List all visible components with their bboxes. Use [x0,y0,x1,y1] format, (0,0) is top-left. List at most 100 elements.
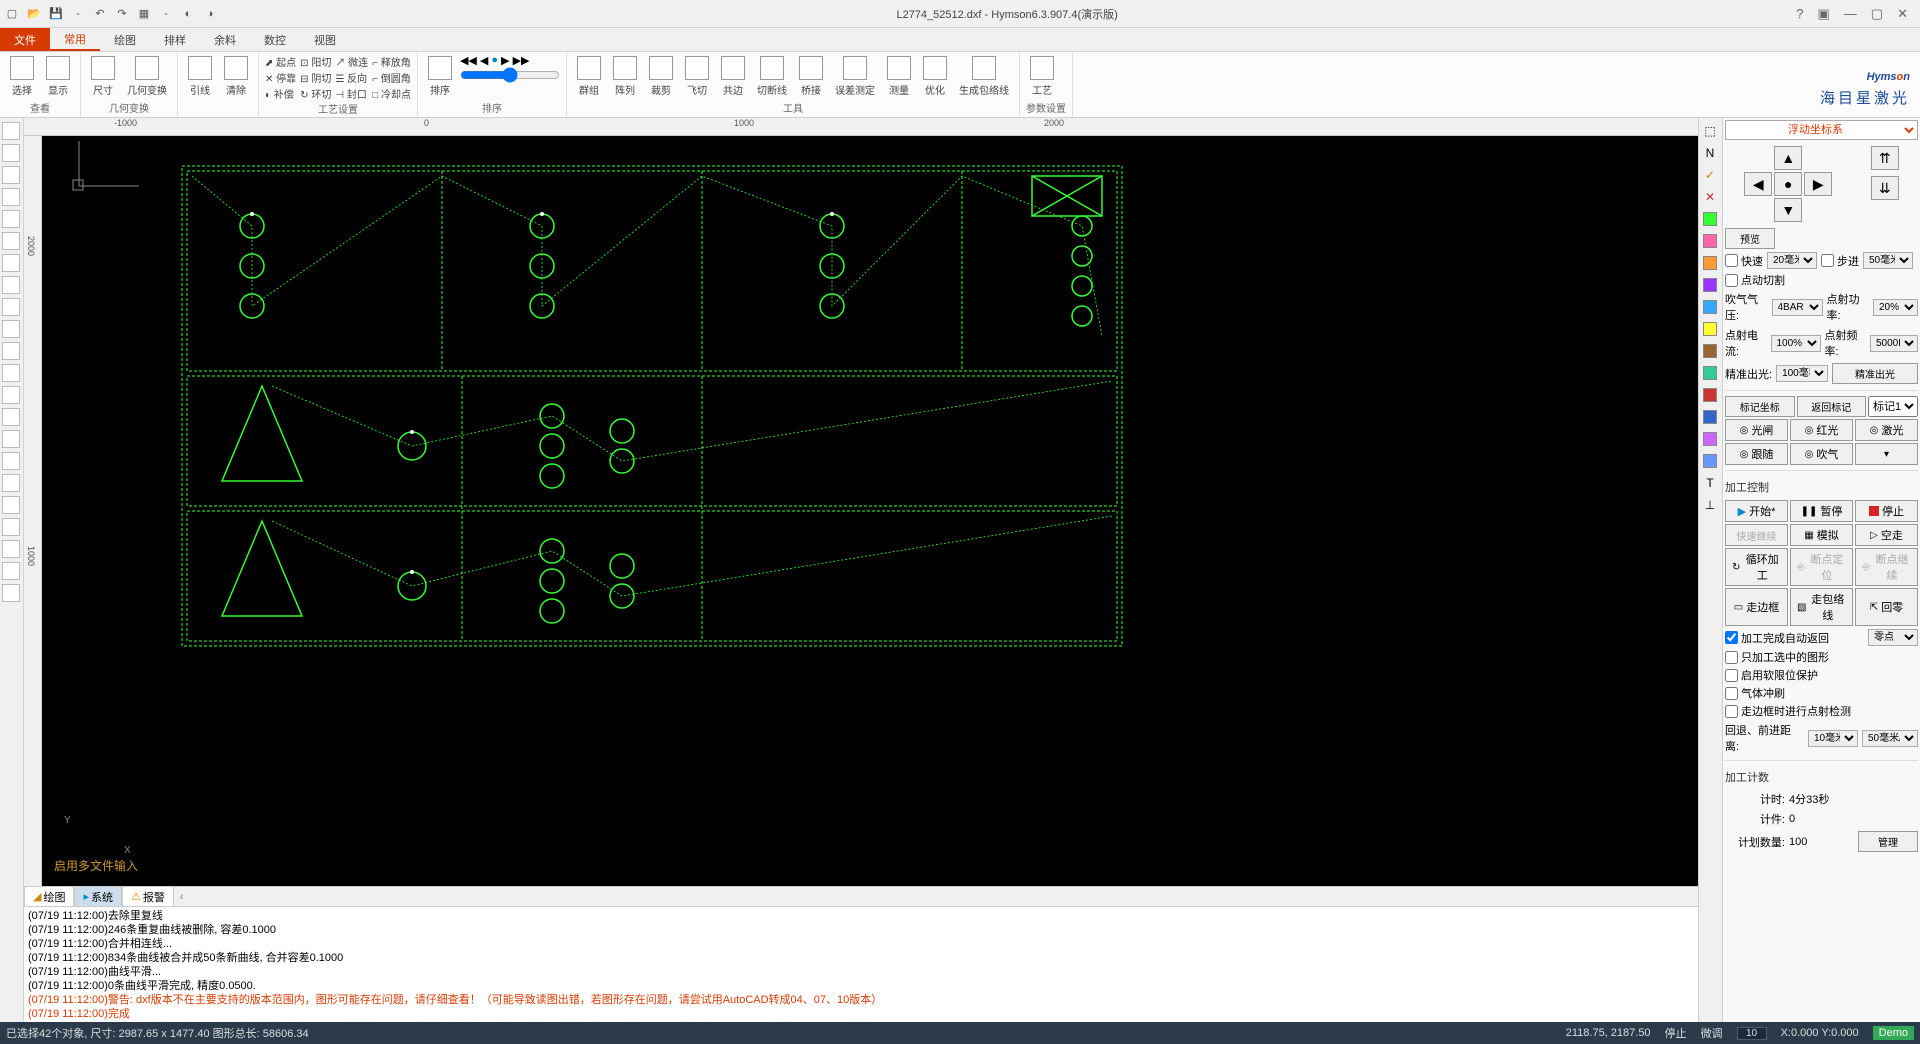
bottab-scroll-left[interactable]: ‹ [174,891,190,903]
mark-select[interactable]: 标记1 [1868,396,1918,417]
ribbon-btn-4-0[interactable]: 排序 [424,54,456,99]
fast-check[interactable]: 快速 [1725,253,1763,269]
ribbon-small-3-0-0[interactable]: ⬈ 起点 [265,54,296,69]
ribbon-btn-2-1[interactable]: 清除 [220,54,252,99]
qat-icon[interactable]: ▦ [136,6,152,22]
qat-new-icon[interactable]: ▢ [4,6,20,22]
manage-button[interactable]: 管理 [1858,831,1918,852]
ribbon-small-3-1-1[interactable]: ⊟ 阴切 [300,70,331,85]
tab-view[interactable]: 视图 [300,28,350,51]
lefttool-14[interactable] [2,430,20,448]
ribbon-btn-5-0[interactable]: 群组 [573,54,605,99]
home-button[interactable]: ⇱ 回零 [1855,588,1918,626]
layer-color-1[interactable] [1701,232,1719,250]
tab-draw[interactable]: 绘图 [100,28,150,51]
light-button[interactable]: ◎ 光闸 [1725,419,1788,441]
arrow-up-button[interactable]: ▲ [1774,146,1802,170]
blow-button[interactable]: ◎ 吹气 [1790,443,1853,465]
ribbon-small-3-2-0[interactable]: ↗ 微连 [335,54,368,69]
status-fine-input[interactable] [1737,1027,1767,1040]
ribbon-btn-1-0[interactable]: 尺寸 [87,54,119,99]
ribbon-btn-6-0[interactable]: 工艺 [1026,54,1058,99]
stop-button[interactable]: 停止 [1855,500,1918,522]
maximize-icon[interactable]: ▢ [1871,6,1883,22]
returnmark-button[interactable]: 返回标记 [1797,396,1867,417]
frame-button[interactable]: ▭ 走边框 [1725,588,1788,626]
lefttool-0[interactable] [2,122,20,140]
frameshot-check[interactable]: 走边框时进行点射检测 [1725,703,1918,719]
power-value[interactable]: 20% [1873,299,1918,316]
mid-check-icon[interactable]: ✓ [1701,166,1719,184]
arrow-center-button[interactable]: ● [1774,172,1802,196]
loop-button[interactable]: ↻ 循环加工 [1725,548,1788,586]
ribbon-btn-5-9[interactable]: 优化 [919,54,951,99]
step-value[interactable]: 50毫米 [1863,252,1913,269]
tab-nest[interactable]: 排样 [150,28,200,51]
mid-extra-1[interactable]: ⊥ [1701,496,1719,514]
ribbon-small-3-3-0[interactable]: ⌐ 释放角 [372,54,411,69]
qat-redo-icon[interactable]: ↷ [114,6,130,22]
pointcut-check[interactable]: 点动切割 [1725,272,1918,288]
autoreturn-check[interactable]: 加工完成自动返回 [1725,630,1829,646]
layer-color-9[interactable] [1701,408,1719,426]
lefttool-15[interactable] [2,452,20,470]
qat-open-icon[interactable]: 📂 [26,6,42,22]
retreat-v2[interactable]: 50毫米/秒 [1862,730,1918,747]
z-down-button[interactable]: ⇊ [1871,176,1899,200]
gasflush-check[interactable]: 气体冲刷 [1725,685,1918,701]
bottab-draw[interactable]: ◢绘图 [24,886,74,908]
precise-value[interactable]: 100毫秒 [1776,365,1828,382]
fast-value[interactable]: 20毫米 [1767,252,1817,269]
layer-color-6[interactable] [1701,342,1719,360]
ribbon-btn-0-1[interactable]: 显示 [42,54,74,99]
lefttool-1[interactable] [2,144,20,162]
ribbon-btn-0-0[interactable]: 选择 [6,54,38,99]
layer-color-11[interactable] [1701,452,1719,470]
dry-button[interactable]: ▷ 空走 [1855,524,1918,546]
ribbon-btn-5-2[interactable]: 裁剪 [645,54,677,99]
arrow-left-button[interactable]: ◀ [1744,172,1772,196]
ribbon-small-3-0-1[interactable]: ✕ 停靠 [265,70,296,85]
ribbon-small-3-3-1[interactable]: ⌐ 倒圆角 [372,70,411,85]
freq-value[interactable]: 5000Hz [1870,335,1918,352]
preview-button[interactable]: 预览 [1725,228,1775,249]
pause-button[interactable]: ❚❚ 暂停 [1790,500,1853,522]
ribbon-btn-5-8[interactable]: 测量 [883,54,915,99]
sort-slider[interactable] [460,67,560,83]
start-button[interactable]: ▶ 开始* [1725,500,1788,522]
file-tab[interactable]: 文件 [0,28,50,51]
lefttool-11[interactable] [2,364,20,382]
step-check[interactable]: 步进 [1821,253,1859,269]
layer-color-7[interactable] [1701,364,1719,382]
lefttool-9[interactable] [2,320,20,338]
z-up-button[interactable]: ⇈ [1871,146,1899,170]
ribbon-small-3-3-2[interactable]: □ 冷却点 [372,86,411,101]
lefttool-7[interactable] [2,276,20,294]
lefttool-6[interactable] [2,254,20,272]
bottab-alarm[interactable]: ⚠报警 [122,886,174,908]
arrow-down-button[interactable]: ▼ [1774,198,1802,222]
ribbon-btn-5-1[interactable]: 阵列 [609,54,641,99]
current-value[interactable]: 100% [1771,335,1821,352]
ribbon-btn-5-7[interactable]: 误差测定 [831,54,879,99]
markcoord-button[interactable]: 标记坐标 [1725,396,1795,417]
ribbon-small-3-2-1[interactable]: ☰ 反向 [335,70,368,85]
layer-color-2[interactable] [1701,254,1719,272]
qat-undo-icon[interactable]: ↶ [92,6,108,22]
softlimit-check[interactable]: 启用软限位保护 [1725,667,1918,683]
lefttool-19[interactable] [2,540,20,558]
qat-icon2[interactable]: ◐ [180,6,196,22]
lefttool-16[interactable] [2,474,20,492]
mid-extra-0[interactable]: T [1701,474,1719,492]
ribbon-btn-5-4[interactable]: 共边 [717,54,749,99]
extra-button[interactable]: ▾ [1855,443,1918,465]
precise-button[interactable]: 精准出光 [1832,363,1918,384]
follow-button[interactable]: ◎ 跟随 [1725,443,1788,465]
ribbon-btn-5-5[interactable]: 切断线 [753,54,791,99]
lefttool-12[interactable] [2,386,20,404]
ribbon-small-3-1-2[interactable]: ↻ 环切 [300,86,331,101]
ribbon-toggle-icon[interactable]: ▣ [1818,6,1830,22]
arrow-right-button[interactable]: ▶ [1804,172,1832,196]
red-button[interactable]: ◎ 红光 [1790,419,1853,441]
lefttool-2[interactable] [2,166,20,184]
